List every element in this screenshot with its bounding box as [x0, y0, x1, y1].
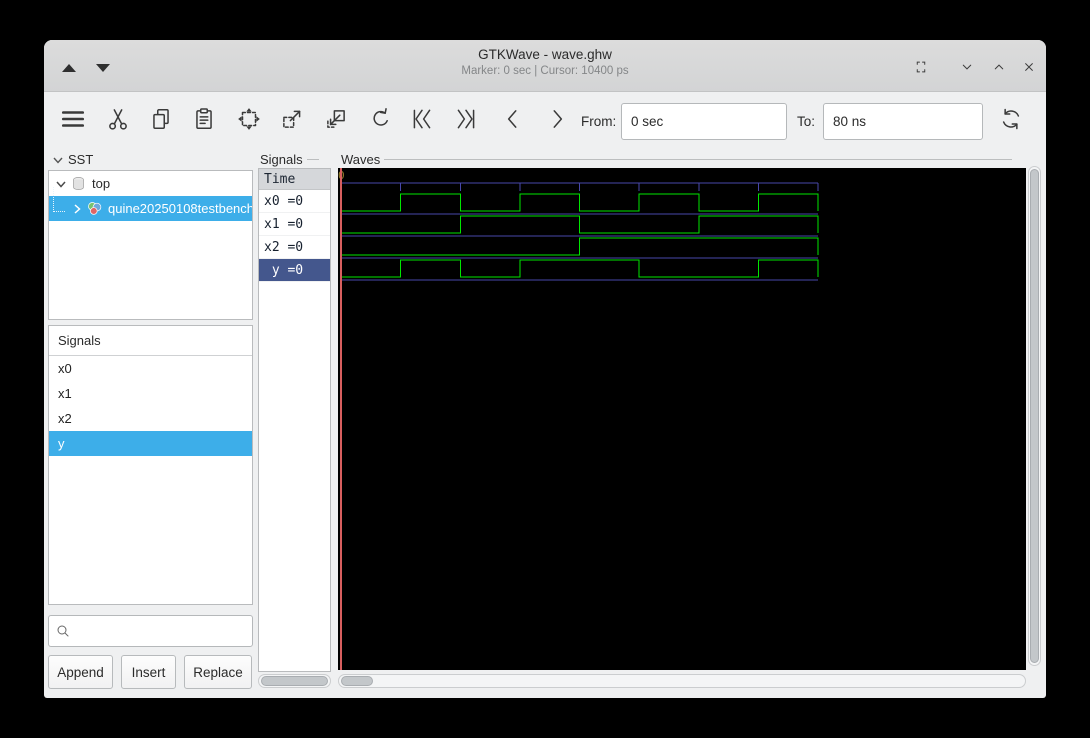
minimize-button[interactable]: [958, 58, 976, 76]
skip-to-start-button[interactable]: [405, 101, 439, 139]
insert-button[interactable]: Insert: [121, 655, 176, 689]
waves-vscrollbar-thumb[interactable]: [1030, 169, 1039, 663]
names-frame-label: Signals: [260, 152, 319, 167]
roll-down-icon[interactable]: [96, 64, 110, 72]
wave-name-row-x1[interactable]: x1 =0: [259, 213, 330, 236]
clipboard-paste-icon: [191, 106, 217, 132]
paste-button[interactable]: [187, 101, 221, 139]
cut-button[interactable]: [101, 101, 135, 139]
gtkwave-window: GTKWave - wave.ghw Marker: 0 sec | Curso…: [44, 40, 1046, 698]
reload-button[interactable]: [994, 101, 1028, 139]
to-time-input[interactable]: [823, 103, 983, 140]
expander-chevron-icon: [52, 154, 64, 166]
scissors-icon: [105, 106, 131, 132]
signal-search: [48, 615, 253, 647]
copy-button[interactable]: [144, 101, 178, 139]
zoom-in-button[interactable]: [275, 101, 309, 139]
keep-above-icon: [912, 58, 930, 76]
facility-row-x2[interactable]: x2: [49, 406, 252, 431]
names-hscrollbar-thumb[interactable]: [261, 676, 328, 686]
expander-closed-icon[interactable]: [71, 203, 83, 215]
append-button[interactable]: Append: [48, 655, 113, 689]
module-cylinder-icon: [70, 175, 87, 192]
wave-names-panel: Time x0 =0 x1 =0 x2 =0 y =0: [258, 168, 331, 672]
sst-tree: top quine20250108testbench: [48, 170, 253, 320]
chevron-down-icon: [958, 58, 976, 76]
skip-to-end-button[interactable]: [449, 101, 483, 139]
chevron-left-icon: [500, 106, 526, 132]
undo-arrow-icon: [367, 106, 393, 132]
zoom-out-button[interactable]: [319, 101, 353, 139]
from-time-input[interactable]: [621, 103, 787, 140]
reload-icon: [998, 106, 1024, 132]
search-icon: [55, 623, 71, 639]
zoom-out-icon: [323, 106, 349, 132]
waves-frame-label: Waves: [341, 152, 1012, 167]
zoom-in-icon: [279, 106, 305, 132]
hamburger-menu-icon: [60, 106, 86, 132]
time-column-header[interactable]: Time: [259, 169, 330, 190]
close-icon: [1020, 58, 1038, 76]
signal-search-input[interactable]: [48, 615, 253, 647]
tree-item-label: top: [92, 176, 110, 191]
to-label: To:: [797, 114, 815, 129]
marker-cursor-status: Marker: 0 sec | Cursor: 10400 ps: [44, 65, 1046, 77]
chevron-up-icon: [990, 58, 1008, 76]
titlebar[interactable]: GTKWave - wave.ghw Marker: 0 sec | Curso…: [44, 40, 1046, 92]
zoom-fit-button[interactable]: [232, 101, 266, 139]
tree-item-label: quine20250108testbench: [108, 201, 252, 216]
sst-section-header[interactable]: SST: [52, 152, 93, 167]
wave-canvas[interactable]: 0: [338, 168, 1026, 670]
menu-button[interactable]: [56, 101, 90, 139]
keep-above-button[interactable]: [912, 58, 930, 76]
facility-row-y[interactable]: y: [49, 431, 252, 456]
roll-up-icon[interactable]: [62, 64, 76, 72]
replace-button[interactable]: Replace: [184, 655, 252, 689]
waves-hscrollbar-thumb[interactable]: [341, 676, 373, 686]
facility-row-x1[interactable]: x1: [49, 381, 252, 406]
sst-tree-item-top[interactable]: top: [49, 171, 252, 196]
zoom-fit-icon: [236, 106, 262, 132]
testbench-icon: [86, 200, 103, 217]
facilities-panel: Signals x0 x1 x2 y: [48, 325, 253, 605]
sst-tree-item-testbench[interactable]: quine20250108testbench: [49, 196, 252, 221]
names-hscrollbar[interactable]: [258, 674, 331, 688]
waveform-plot: 0: [338, 168, 1026, 670]
maximize-button[interactable]: [990, 58, 1008, 76]
prev-edge-button[interactable]: [496, 101, 530, 139]
window-title: GTKWave - wave.ghw: [44, 47, 1046, 62]
wave-name-row-x0[interactable]: x0 =0: [259, 190, 330, 213]
facilities-header: Signals: [49, 326, 252, 356]
next-edge-button[interactable]: [540, 101, 574, 139]
facility-row-x0[interactable]: x0: [49, 356, 252, 381]
waves-hscrollbar[interactable]: [338, 674, 1026, 688]
toolbar: From: To:: [44, 92, 1046, 150]
close-button[interactable]: [1020, 58, 1038, 76]
sst-label: SST: [68, 152, 93, 167]
waves-vscrollbar[interactable]: [1028, 166, 1041, 666]
skip-start-icon: [409, 106, 435, 132]
titlebar-text: GTKWave - wave.ghw Marker: 0 sec | Curso…: [44, 47, 1046, 77]
wave-name-row-x2[interactable]: x2 =0: [259, 236, 330, 259]
wave-name-row-y[interactable]: y =0: [259, 259, 330, 282]
from-label: From:: [581, 114, 616, 129]
chevron-right-icon: [544, 106, 570, 132]
copy-icon: [148, 106, 174, 132]
skip-end-icon: [453, 106, 479, 132]
tree-guide-lines: [53, 187, 65, 212]
undo-button[interactable]: [363, 101, 397, 139]
